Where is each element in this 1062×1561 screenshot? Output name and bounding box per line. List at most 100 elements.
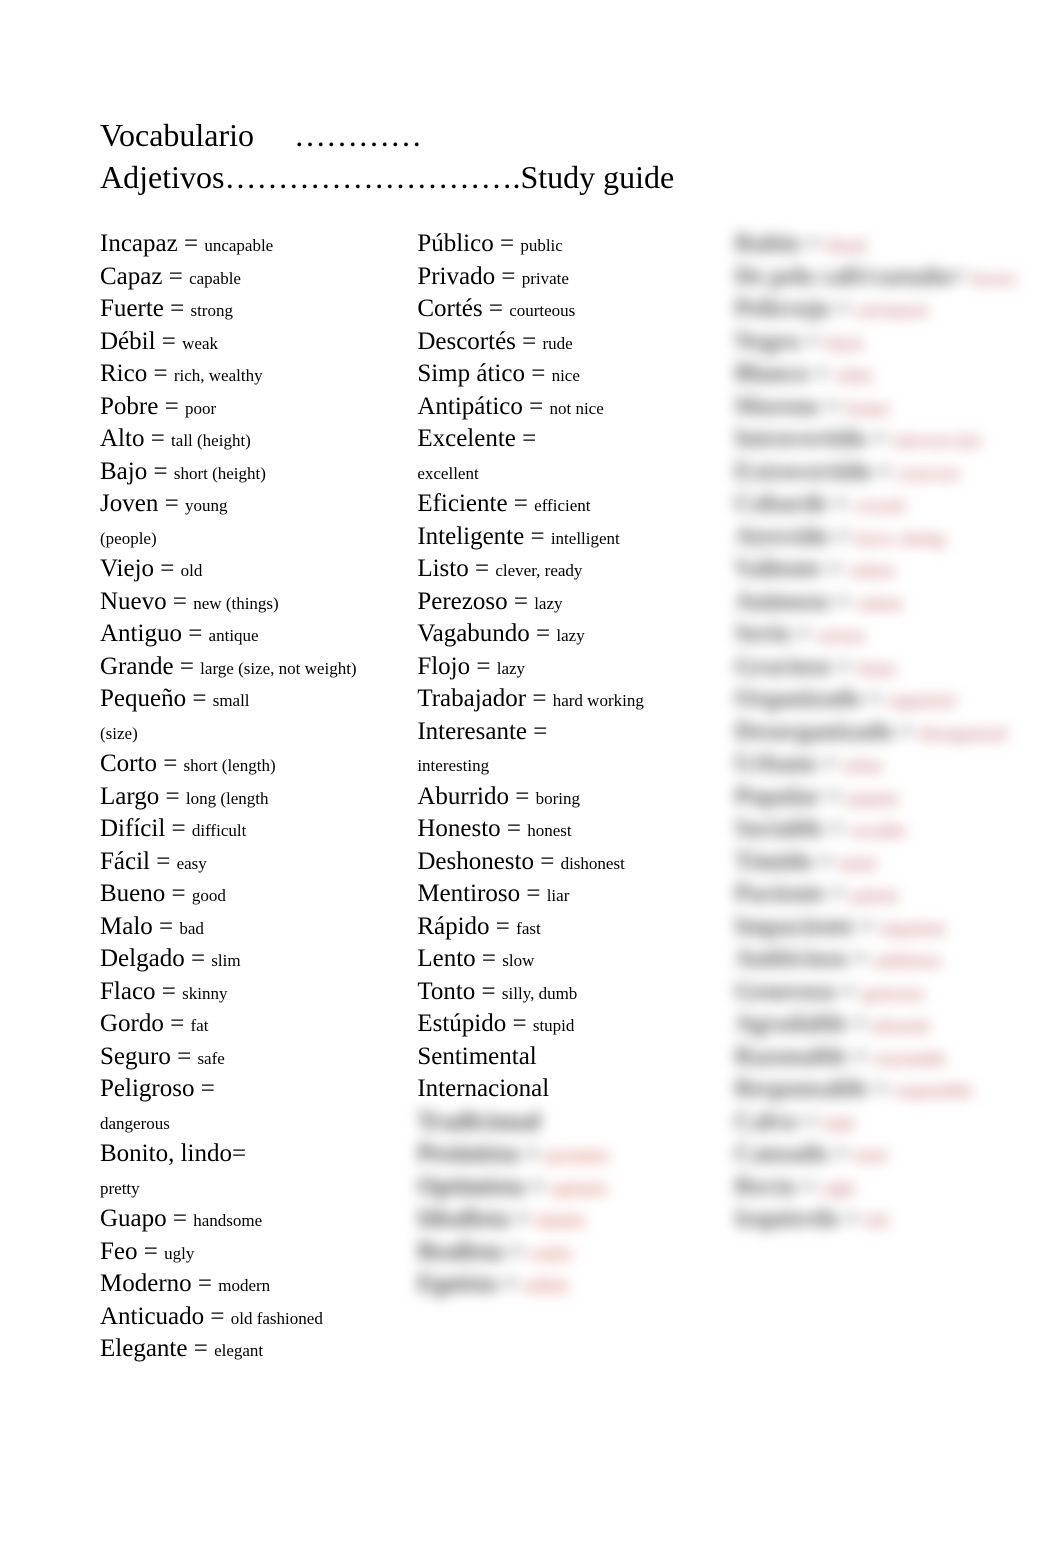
vocab-term: Rápido = — [417, 913, 516, 940]
vocab-definition: old fashioned — [231, 1309, 323, 1328]
vocab-term: Capaz = — [100, 263, 189, 290]
vocab-definition: antique — [209, 626, 259, 645]
vocab-term: Eficiente = — [417, 490, 534, 517]
vocab-entry: Privado = private — [417, 261, 704, 294]
vocab-entry: Tímido = timid — [735, 846, 1022, 879]
vocab-entry: Extrovertido = extrovert — [735, 456, 1022, 489]
vocab-entry: Feo = ugly — [100, 1236, 387, 1269]
vocab-term: Cansado = — [735, 1140, 855, 1167]
vocab-definition: strong — [190, 301, 233, 320]
vocab-entry: Cansado = tired — [735, 1138, 1022, 1171]
vocab-term: Perezoso = — [417, 588, 534, 615]
vocab-definition: rich, wealthy — [174, 366, 263, 385]
vocab-entry: Deshonesto = dishonest — [417, 846, 704, 879]
vocab-entry: Pesimista = pessimist — [417, 1138, 704, 1171]
vocab-entry: Izquierdo = left — [735, 1203, 1022, 1236]
vocab-definition: reasonable — [874, 1049, 947, 1068]
vocab-entry: Agradable = pleasant — [735, 1008, 1022, 1041]
vocab-entry: Paciente = patient — [735, 878, 1022, 911]
vocab-definition: red-haired — [857, 301, 927, 320]
vocab-term: Deshonesto = — [417, 848, 560, 875]
vocab-definition: silly, dumb — [502, 984, 577, 1003]
vocab-term: Realista = — [417, 1238, 530, 1265]
vocab-entry: Rubio = blond — [735, 228, 1022, 261]
vocab-term: Joven = — [100, 490, 185, 517]
vocab-term: Moreno = — [735, 393, 846, 420]
vocab-term: Largo = — [100, 783, 186, 810]
vocab-entry: Valiente = valient — [735, 553, 1022, 586]
vocab-term: Razonable = — [735, 1043, 874, 1070]
vocab-term: Excelente = — [417, 425, 536, 452]
vocab-entry: Inteligente = intelligent — [417, 521, 704, 554]
vocab-entry: Trabajador = hard working — [417, 683, 704, 716]
vocab-term: Delgado = — [100, 945, 211, 972]
vocab-term: Pequeño = — [100, 685, 213, 712]
vocab-definition: intelligent — [551, 529, 620, 548]
vocab-term: Atrevido = — [735, 523, 856, 550]
vocab-note-line: interesting — [417, 748, 704, 781]
vocab-entry: Razonable = reasonable — [735, 1041, 1022, 1074]
vocab-entry: Mentiroso = liar — [417, 878, 704, 911]
vocab-definition: fast — [516, 919, 541, 938]
vocab-entry: Idealista = idealist — [417, 1203, 704, 1236]
vocab-entry: Pelirrojo = red-haired — [735, 293, 1022, 326]
vocab-term: Introvertido = — [735, 425, 893, 452]
vocab-term: Agradable = — [735, 1010, 874, 1037]
vocab-definition: easy — [177, 854, 207, 873]
vocab-entry: Pobre = poor — [100, 391, 387, 424]
vocab-note: (height) — [208, 464, 266, 483]
vocab-entry: Flojo = lazy — [417, 651, 704, 684]
vocab-definition: sociable — [850, 821, 906, 840]
vocab-entry: Gracioso = funny — [735, 651, 1022, 684]
vocab-entry: Grande = large (size, not weight) — [100, 651, 387, 684]
vocab-definition: dishonest — [561, 854, 625, 873]
vocab-term: Débil = — [100, 328, 182, 355]
vocab-definition: organized — [888, 691, 955, 710]
vocab-term: Negro = — [735, 328, 827, 355]
vocab-note: (people) — [100, 529, 157, 548]
vocab-entry: Largo = long (length — [100, 781, 387, 814]
vocab-term: Peligroso = — [100, 1075, 215, 1102]
vocab-term: Anticuado = — [100, 1303, 231, 1330]
vocab-term: Antiguo = — [100, 620, 209, 647]
vocab-definition: fat — [190, 1016, 208, 1035]
vocab-term: Responsable = — [735, 1075, 895, 1102]
vocab-entry: Popular = popular — [735, 781, 1022, 814]
vocab-definition: timid — [839, 854, 875, 873]
vocab-term: Guapo = — [100, 1205, 193, 1232]
vocab-entry: Corto = short (length) — [100, 748, 387, 781]
vocab-term: Lento = — [417, 945, 502, 972]
vocab-term: Elegante = — [100, 1335, 214, 1362]
vocab-entry: Perezoso = lazy — [417, 586, 704, 619]
vocab-term: Calvo = — [735, 1108, 824, 1135]
vocab-entry: Viejo = old — [100, 553, 387, 586]
vocab-definition: handsome — [193, 1211, 262, 1230]
vocab-entry: Anticuado = old fashioned — [100, 1301, 387, 1334]
vocab-entry: Elegante = elegant — [100, 1333, 387, 1366]
vocab-term: Impaciente = — [735, 913, 881, 940]
vocab-term: Grande = — [100, 653, 200, 680]
vocab-entry: Nuevo = new (things) — [100, 586, 387, 619]
vocab-definition: capable — [189, 269, 241, 288]
vocab-entry: Tonto = silly, dumb — [417, 976, 704, 1009]
vocab-entry: Lento = slow — [417, 943, 704, 976]
vocab-entry: Sociable = sociable — [735, 813, 1022, 846]
vocab-note-line: excellent — [417, 456, 704, 489]
vocab-definition: ugly — [164, 1244, 194, 1263]
vocab-definition: introvert (in) — [893, 431, 980, 450]
vocab-definition: slow — [502, 951, 534, 970]
vocab-entry: Capaz = capable — [100, 261, 387, 294]
vocab-term: Tradicional — [417, 1108, 540, 1135]
vocab-entry: Descortés = rude — [417, 326, 704, 359]
vocab-term: Inteligente = — [417, 523, 551, 550]
vocab-definition: good — [192, 886, 226, 905]
vocab-note-line: pretty — [100, 1171, 387, 1204]
vocab-definition: ambitious — [874, 951, 941, 970]
vocab-definition: old — [181, 561, 203, 580]
vocab-term: Popular = — [735, 783, 847, 810]
vocab-term: Rico = — [100, 360, 174, 387]
vocab-definition: not nice — [549, 399, 603, 418]
vocab-term: Serio = — [735, 620, 817, 647]
header-line-2: Adjetivos……………………….Study guide — [100, 157, 1022, 199]
vocab-entry: Excelente = — [417, 423, 704, 456]
